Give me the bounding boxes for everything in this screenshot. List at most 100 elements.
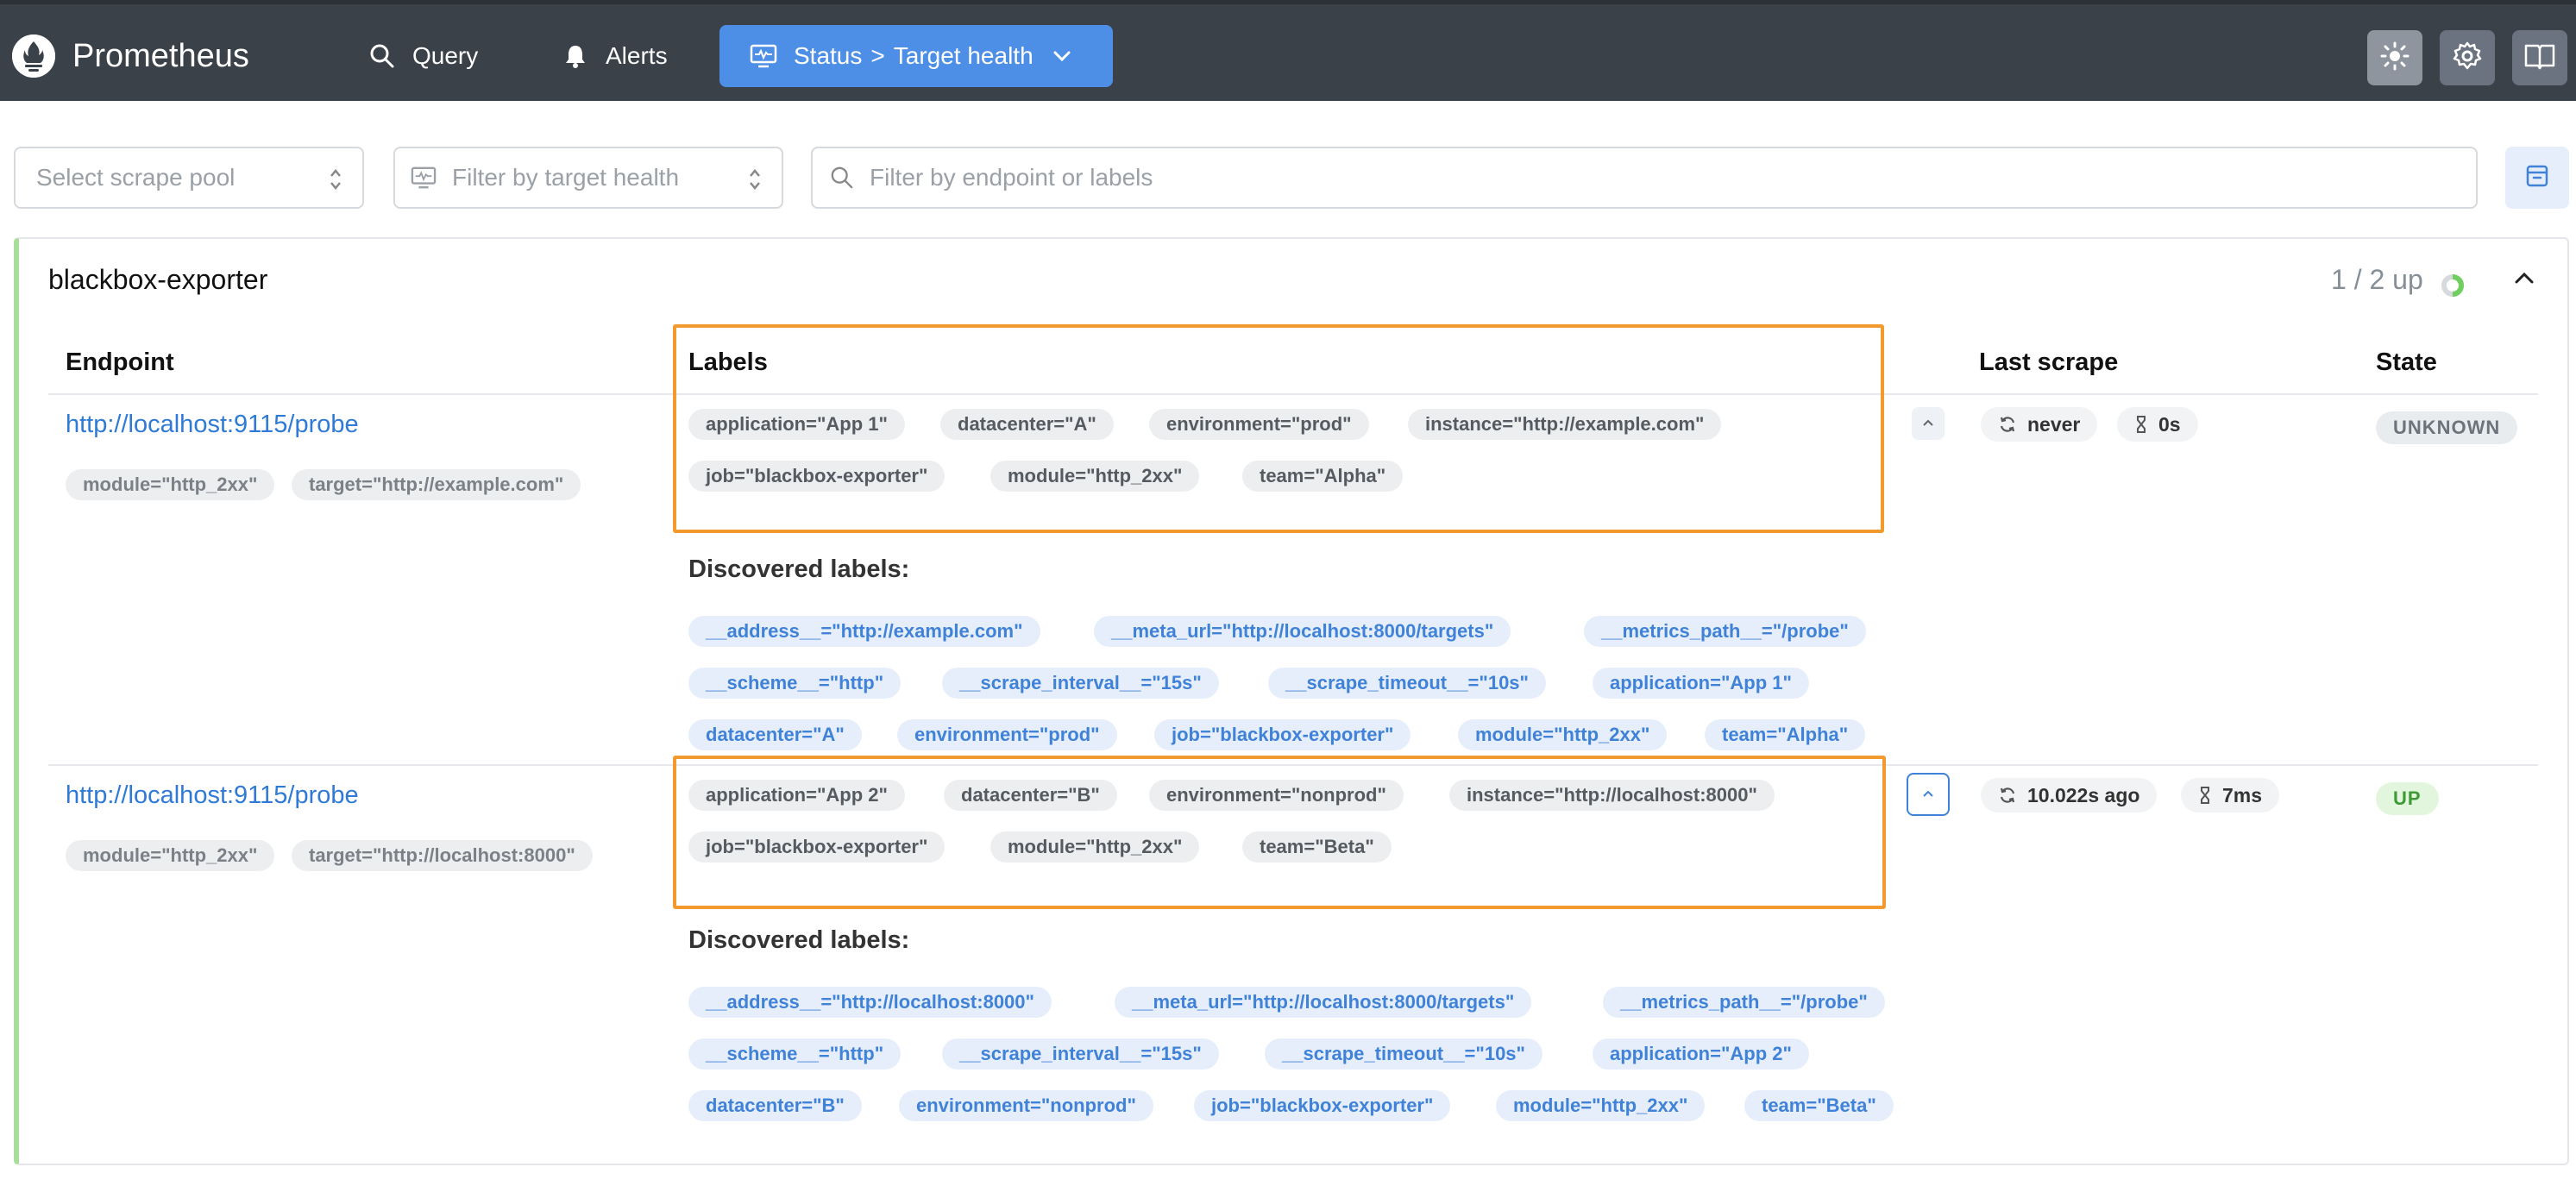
- target-state-badge: UNKNOWN: [2376, 411, 2518, 444]
- discovered-label-badge: __scrape_interval__="15s": [942, 1038, 1219, 1070]
- discovered-label-badge: __address__="http://localhost:8000": [688, 987, 1052, 1018]
- theme-toggle-button[interactable]: [2367, 30, 2422, 85]
- target-label-badge: job="blackbox-exporter": [688, 461, 946, 492]
- endpoint-param-badge: module="http_2xx": [66, 840, 275, 871]
- hourglass-icon: [2198, 786, 2212, 805]
- hourglass-icon: [2134, 415, 2148, 434]
- discovered-label-badge: __scheme__="http": [688, 1038, 902, 1070]
- refresh-icon: [1998, 786, 2017, 805]
- monitor-heart-icon: [749, 41, 778, 71]
- search-icon: [368, 41, 397, 71]
- nav-status-sub-label: Target health: [893, 42, 1034, 69]
- target-label-badge: module="http_2xx": [990, 831, 1200, 863]
- discovered-labels-toggle[interactable]: [1912, 407, 1945, 440]
- refresh-icon: [1998, 415, 2017, 434]
- nav-status-label: Status: [794, 42, 863, 69]
- discovered-label-badge: datacenter="A": [688, 719, 862, 750]
- chevron-up-icon[interactable]: [2512, 269, 2536, 291]
- discovered-label-badge: __metrics_path__="/probe": [1584, 616, 1866, 647]
- last-scrape-value: 10.022s ago: [2027, 783, 2140, 806]
- selector-icon: [328, 166, 343, 199]
- nav-query[interactable]: Query: [354, 25, 492, 87]
- discovered-label-badge: __scrape_interval__="15s": [942, 668, 1219, 699]
- target-label-badge: environment="nonprod": [1149, 780, 1404, 811]
- discovered-label-badge: environment="prod": [897, 719, 1117, 750]
- nav-alerts-label: Alerts: [606, 42, 668, 69]
- endpoint-param-badge: target="http://example.com": [292, 469, 581, 500]
- discovered-label-badge: __scrape_timeout__="10s": [1268, 668, 1546, 699]
- scrape-duration-value: 0s: [2158, 412, 2181, 436]
- chevron-down-icon: [1052, 50, 1071, 62]
- target-state-badge: UP: [2376, 782, 2439, 815]
- discovered-label-badge: module="http_2xx": [1496, 1090, 1706, 1121]
- column-header-endpoint: Endpoint: [66, 348, 174, 376]
- target-label-badge: job="blackbox-exporter": [688, 831, 946, 863]
- settings-button[interactable]: [2440, 30, 2495, 85]
- target-label-badge: datacenter="B": [944, 780, 1117, 811]
- discovered-label-badge: application="App 1": [1593, 668, 1809, 699]
- discovered-labels-toggle[interactable]: [1907, 773, 1950, 816]
- bell-icon: [561, 41, 590, 71]
- search-icon: [830, 166, 854, 190]
- target-label-badge: instance="http://example.com": [1408, 409, 1722, 440]
- column-header-last-scrape: Last scrape: [1979, 348, 2119, 376]
- gear-icon: [2452, 41, 2483, 76]
- discovered-label-badge: environment="nonprod": [899, 1090, 1153, 1121]
- target-label-badge: instance="http://localhost:8000": [1449, 780, 1775, 811]
- discovered-label-badge: __meta_url="http://localhost:8000/target…: [1094, 616, 1511, 647]
- last-scrape-badge: never: [1981, 407, 2098, 442]
- top-navbar: Prometheus Query Alerts Status > Target …: [0, 0, 2576, 101]
- discovered-label-badge: module="http_2xx": [1458, 719, 1668, 750]
- nav-query-label: Query: [412, 42, 479, 69]
- scrape-duration-badge: 7ms: [2181, 778, 2280, 812]
- discovered-label-badge: __address__="http://example.com": [688, 616, 1040, 647]
- breadcrumb-separator: >: [870, 42, 885, 69]
- chevron-up-icon: [1921, 787, 1935, 802]
- discovered-label-badge: datacenter="B": [688, 1090, 862, 1121]
- archive-icon: [2524, 163, 2550, 193]
- search-placeholder: Filter by endpoint or labels: [870, 164, 1153, 191]
- discovered-labels-title: Discovered labels:: [688, 926, 910, 954]
- scrape-pool-placeholder: Select scrape pool: [36, 164, 236, 191]
- chevron-up-icon: [1921, 416, 1935, 431]
- scrape-duration-badge: 0s: [2117, 407, 2198, 442]
- prometheus-logo-icon: [12, 35, 55, 78]
- selector-icon: [747, 166, 763, 199]
- column-header-state: State: [2376, 348, 2437, 376]
- pool-up-count: 1 / 2 up: [2331, 264, 2423, 295]
- app-title[interactable]: Prometheus: [72, 35, 249, 77]
- endpoint-label-search-input[interactable]: Filter by endpoint or labels: [811, 147, 2478, 209]
- docs-button[interactable]: [2512, 30, 2567, 85]
- endpoint-param-badge: module="http_2xx": [66, 469, 275, 500]
- discovered-label-badge: job="blackbox-exporter": [1194, 1090, 1451, 1121]
- target-label-badge: module="http_2xx": [990, 461, 1200, 492]
- scrape-duration-value: 7ms: [2222, 783, 2263, 806]
- scrape-pool-name[interactable]: blackbox-exporter: [48, 264, 267, 296]
- target-label-badge: application="App 1": [688, 409, 905, 440]
- nav-status-dropdown[interactable]: Status > Target health: [719, 25, 1113, 87]
- target-label-badge: environment="prod": [1149, 409, 1369, 440]
- sun-icon: [2380, 41, 2410, 75]
- target-health-placeholder: Filter by target health: [452, 164, 680, 191]
- book-icon: [2524, 42, 2555, 74]
- target-label-badge: datacenter="A": [940, 409, 1114, 440]
- discovered-label-badge: application="App 2": [1593, 1038, 1809, 1070]
- target-endpoint-link[interactable]: http://localhost:9115/probe: [66, 781, 359, 810]
- discovered-label-badge: team="Alpha": [1705, 719, 1866, 750]
- monitor-heart-icon: [411, 163, 440, 192]
- scrape-pool-select[interactable]: Select scrape pool: [14, 147, 364, 209]
- target-label-badge: team="Alpha": [1242, 461, 1404, 492]
- last-scrape-badge: 10.022s ago: [1981, 778, 2158, 812]
- nav-alerts[interactable]: Alerts: [547, 25, 682, 87]
- endpoint-param-badge: target="http://localhost:8000": [292, 840, 593, 871]
- discovered-label-badge: __meta_url="http://localhost:8000/target…: [1115, 987, 1532, 1018]
- collapse-all-button[interactable]: [2505, 147, 2569, 209]
- pool-health-ring-icon: [2440, 273, 2466, 303]
- target-label-badge: application="App 2": [688, 780, 905, 811]
- discovered-label-badge: job="blackbox-exporter": [1154, 719, 1411, 750]
- discovered-labels-title: Discovered labels:: [688, 555, 910, 583]
- discovered-label-badge: __scheme__="http": [688, 668, 902, 699]
- target-endpoint-link[interactable]: http://localhost:9115/probe: [66, 411, 359, 439]
- discovered-label-badge: __scrape_timeout__="10s": [1265, 1038, 1542, 1070]
- target-health-select[interactable]: Filter by target health: [393, 147, 783, 209]
